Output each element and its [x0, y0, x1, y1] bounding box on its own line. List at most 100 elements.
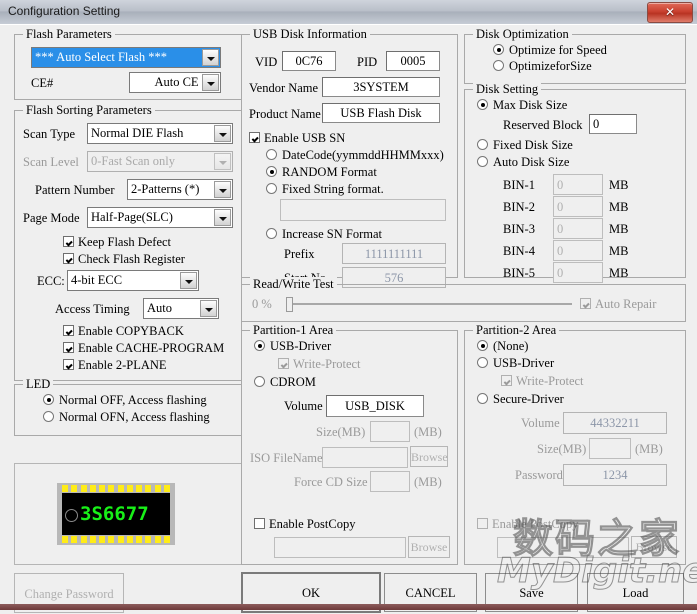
bin-1-input[interactable]: 0 — [553, 174, 603, 195]
vendor-name-input[interactable]: 3SYSTEM — [322, 77, 440, 97]
p2-volume-input[interactable]: 44332211 — [563, 412, 667, 434]
p2-password-input[interactable]: 1234 — [563, 464, 667, 486]
chevron-down-icon[interactable] — [214, 209, 231, 226]
p1-iso-input[interactable] — [322, 447, 408, 468]
checkbox-label: Enable USB SN — [264, 131, 346, 145]
ecc-combo[interactable]: 4-bit ECC — [67, 270, 199, 291]
checkbox-box[interactable] — [249, 132, 260, 143]
radio-dot[interactable] — [477, 393, 488, 404]
radio-dot[interactable] — [493, 60, 504, 71]
radio-led-normal-ofn[interactable]: Normal OFN, Access flashing — [43, 410, 210, 425]
radio-p2-secure-driver[interactable]: Secure-Driver — [477, 392, 564, 407]
scan-type-combo[interactable]: Normal DIE Flash — [87, 123, 233, 144]
chevron-down-icon[interactable] — [200, 300, 217, 317]
checkbox-enable-copyback[interactable]: Enable COPYBACK — [63, 324, 184, 339]
p2-size-input[interactable] — [589, 438, 631, 459]
page-mode-value: Half-Page(SLC) — [91, 210, 173, 224]
radio-dot[interactable] — [477, 340, 488, 351]
p2-size-label: Size(MB) — [537, 442, 587, 456]
checkbox-box[interactable] — [63, 236, 74, 247]
p1-iso-browse-button[interactable]: Browse — [410, 446, 448, 467]
bin-5-input[interactable]: 0 — [553, 262, 603, 283]
radio-dot[interactable] — [493, 44, 504, 55]
radio-sn-datecode[interactable]: DateCode(yymmddHHMMxxx) — [266, 148, 444, 163]
checkbox-enable-cache-program[interactable]: Enable CACHE-PROGRAM — [63, 341, 224, 356]
radio-dot[interactable] — [266, 149, 277, 160]
vid-input[interactable]: 0C76 — [282, 51, 336, 71]
bin-3-input[interactable]: 0 — [553, 218, 603, 239]
radio-dot[interactable] — [254, 376, 265, 387]
chevron-down-icon[interactable] — [180, 272, 197, 289]
reserved-block-input[interactable]: 0 — [589, 114, 637, 134]
checkbox-box — [501, 375, 512, 386]
pid-input[interactable]: 0005 — [386, 51, 440, 71]
radio-auto-disk-size[interactable]: Auto Disk Size — [477, 155, 569, 170]
radio-dot[interactable] — [477, 99, 488, 110]
checkbox-box[interactable] — [63, 342, 74, 353]
radio-p1-cdrom[interactable]: CDROM — [254, 375, 316, 390]
chip-body: 3S6677 — [57, 483, 175, 545]
checkbox-check-flash-register[interactable]: Check Flash Register — [63, 252, 185, 267]
p1-force-cd-input[interactable] — [370, 471, 410, 492]
flash-select-combo[interactable]: *** Auto Select Flash *** — [31, 47, 221, 68]
radio-p2-none[interactable]: (None) — [477, 339, 528, 354]
checkbox-box[interactable] — [63, 359, 74, 370]
radio-p1-usb-driver[interactable]: USB-Driver — [254, 339, 331, 354]
bin-4-unit: MB — [609, 244, 629, 258]
radio-dot[interactable] — [43, 411, 54, 422]
checkbox-box[interactable] — [63, 253, 74, 264]
chip-pin — [145, 536, 152, 543]
radio-optimize-for-size[interactable]: OptimizeforSize — [493, 59, 592, 74]
radio-led-normal-off[interactable]: Normal OFF, Access flashing — [43, 393, 207, 408]
chevron-down-icon[interactable] — [202, 74, 219, 91]
radio-dot[interactable] — [254, 340, 265, 351]
checkbox-box[interactable] — [254, 518, 265, 529]
radio-dot[interactable] — [266, 228, 277, 239]
checkbox-keep-flash-defect[interactable]: Keep Flash Defect — [63, 235, 171, 250]
chevron-down-icon[interactable] — [214, 125, 231, 142]
rw-slider-thumb[interactable] — [286, 297, 293, 312]
chevron-down-icon[interactable] — [214, 181, 231, 198]
chevron-down-icon[interactable] — [202, 49, 219, 66]
p1-size-input[interactable] — [370, 421, 410, 442]
radio-dot[interactable] — [266, 183, 277, 194]
p2-postcopy-browse-button[interactable]: Browse — [631, 536, 677, 558]
radio-sn-fixed-string[interactable]: Fixed String format. — [266, 182, 384, 197]
radio-p2-usb-driver[interactable]: USB-Driver — [477, 356, 554, 371]
pid-label: PID — [357, 55, 378, 69]
pattern-number-combo[interactable]: 2-Patterns (*) — [127, 179, 233, 200]
checkbox-p1-enable-postcopy[interactable]: Enable PostCopy — [254, 517, 355, 532]
radio-dot[interactable] — [266, 166, 277, 177]
checkbox-enable-2plane[interactable]: Enable 2-PLANE — [63, 358, 167, 373]
bin-2-input[interactable]: 0 — [553, 196, 603, 217]
radio-increase-sn-format[interactable]: Increase SN Format — [266, 227, 382, 242]
radio-dot[interactable] — [477, 139, 488, 150]
checkbox-enable-usb-sn[interactable]: Enable USB SN — [249, 131, 345, 146]
page-mode-combo[interactable]: Half-Page(SLC) — [87, 207, 233, 228]
group-legend: Flash Sorting Parameters — [23, 103, 155, 118]
radio-dot[interactable] — [477, 156, 488, 167]
radio-sn-random[interactable]: RANDOM Format — [266, 165, 377, 180]
sn-fixed-string-input[interactable] — [280, 199, 446, 221]
p1-postcopy-input[interactable] — [274, 537, 406, 558]
ce-combo[interactable]: Auto CE — [129, 72, 221, 93]
group-read-write-test: Read/Write Test 0 % Auto Repair — [241, 277, 686, 322]
radio-fixed-disk-size[interactable]: Fixed Disk Size — [477, 138, 573, 153]
chip-pin — [89, 536, 96, 543]
rw-slider-track[interactable] — [289, 303, 572, 305]
access-timing-combo[interactable]: Auto — [143, 298, 219, 319]
prefix-input[interactable]: 1111111111 — [342, 243, 446, 264]
radio-optimize-for-speed[interactable]: Optimize for Speed — [493, 43, 607, 58]
bin-4-input[interactable]: 0 — [553, 240, 603, 261]
product-name-input[interactable]: USB Flash Disk — [322, 103, 440, 123]
radio-dot[interactable] — [477, 357, 488, 368]
close-icon[interactable]: ✕ — [647, 2, 693, 23]
p2-postcopy-input[interactable] — [497, 537, 629, 558]
radio-max-disk-size[interactable]: Max Disk Size — [477, 98, 567, 113]
p1-postcopy-browse-button[interactable]: Browse — [408, 536, 450, 558]
chip-pins-bottom — [62, 536, 170, 543]
group-disk-setting: Disk Setting Max Disk Size Reserved Bloc… — [464, 82, 686, 283]
checkbox-box[interactable] — [63, 325, 74, 336]
p1-volume-input[interactable]: USB_DISK — [326, 395, 424, 417]
radio-dot[interactable] — [43, 394, 54, 405]
